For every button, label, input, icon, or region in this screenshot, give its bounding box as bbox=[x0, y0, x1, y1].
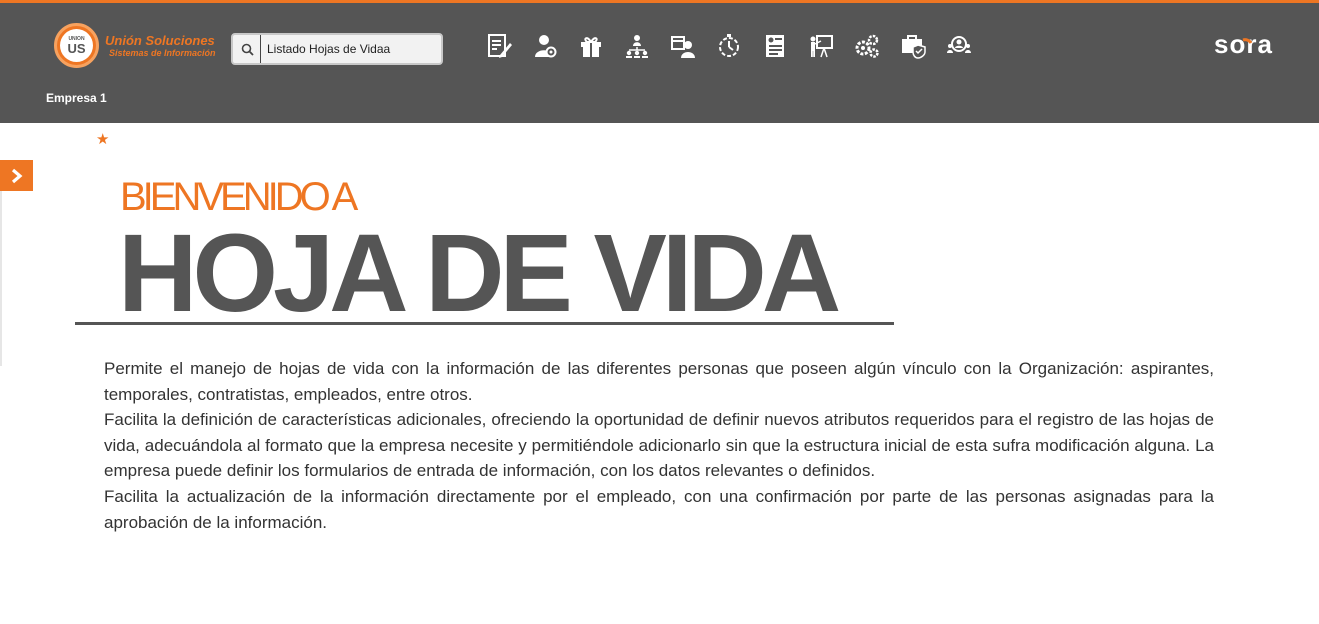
sora-logo-text: sora bbox=[1214, 31, 1273, 59]
logo-emblem: UNION US bbox=[60, 29, 93, 62]
logo-badge: UNION US bbox=[54, 23, 99, 68]
module-schedule[interactable] bbox=[660, 29, 706, 63]
module-gift[interactable] bbox=[568, 29, 614, 63]
sidebar-edge bbox=[0, 191, 2, 366]
company-selector[interactable]: Empresa 1 bbox=[46, 91, 107, 105]
logo-text: Unión Soluciones Sistemas de Información bbox=[105, 32, 216, 58]
org-chart-icon bbox=[626, 35, 648, 58]
briefcase-shield-icon bbox=[902, 35, 926, 59]
document-edit-icon bbox=[488, 34, 512, 58]
module-search-people[interactable] bbox=[936, 29, 982, 63]
search-icon[interactable] bbox=[235, 35, 261, 63]
resume-icon bbox=[766, 35, 784, 57]
module-resume[interactable] bbox=[752, 29, 798, 63]
description-paragraph: Facilita la definición de característica… bbox=[104, 410, 1214, 481]
search-box bbox=[231, 33, 443, 65]
person-gear-icon bbox=[535, 35, 557, 58]
stopwatch-icon bbox=[719, 34, 739, 57]
module-safety[interactable] bbox=[890, 29, 936, 63]
brand-name: Unión Soluciones bbox=[105, 32, 215, 48]
people-search-icon bbox=[947, 36, 971, 53]
module-timer[interactable] bbox=[706, 29, 752, 63]
presentation-icon bbox=[810, 35, 833, 58]
description-paragraph: Permite el manejo de hojas de vida con l… bbox=[104, 359, 1214, 404]
module-description: Permite el manejo de hojas de vida con l… bbox=[104, 356, 1214, 535]
sidebar-toggle-button[interactable] bbox=[0, 160, 33, 191]
logo-big-text: US bbox=[67, 41, 86, 56]
sora-logo[interactable]: sora bbox=[1214, 29, 1290, 64]
search-input[interactable] bbox=[261, 42, 431, 56]
top-navigation-bar: UNION US Unión Soluciones Sistemas de In… bbox=[0, 0, 1319, 123]
chevron-right-icon bbox=[11, 168, 22, 183]
module-edit-document[interactable] bbox=[476, 29, 522, 63]
module-toolbar bbox=[476, 29, 982, 63]
favorite-star-icon[interactable]: ★ bbox=[96, 131, 109, 149]
calendar-person-icon bbox=[671, 36, 695, 58]
gears-icon bbox=[855, 34, 879, 58]
description-paragraph: Facilita la actualización de la informac… bbox=[104, 486, 1214, 532]
title-divider bbox=[75, 322, 894, 325]
module-organization[interactable] bbox=[614, 29, 660, 63]
module-person-settings[interactable] bbox=[522, 29, 568, 63]
brand-tagline: Sistemas de Información bbox=[109, 47, 216, 58]
page-title: HOJA DE VIDA bbox=[118, 212, 841, 335]
module-training[interactable] bbox=[798, 29, 844, 63]
module-settings[interactable] bbox=[844, 29, 890, 63]
gift-icon bbox=[581, 37, 601, 57]
union-soluciones-logo[interactable]: UNION US Unión Soluciones Sistemas de In… bbox=[54, 23, 216, 68]
